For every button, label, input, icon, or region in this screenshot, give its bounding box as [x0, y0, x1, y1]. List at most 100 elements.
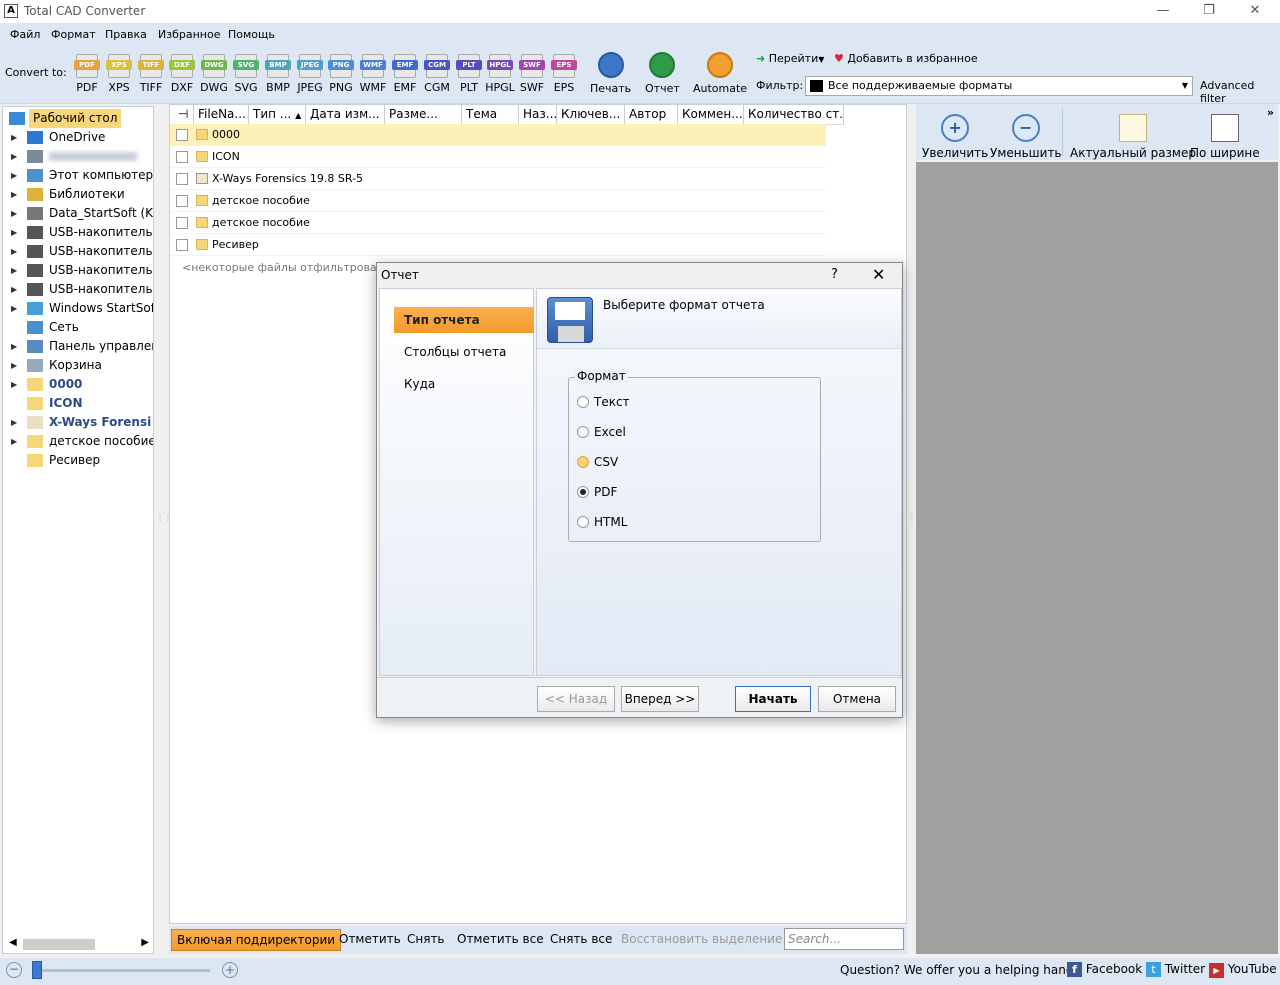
column-header[interactable]: Тип ... ▲ [249, 105, 306, 125]
tree-item[interactable]: ▶ [3, 147, 153, 166]
check-button[interactable]: Отметить [339, 932, 401, 946]
fit-width-button[interactable]: По ширине [1190, 114, 1260, 160]
tree-item[interactable]: ▶ X-Ways Forensi [3, 413, 153, 432]
row-checkbox[interactable] [176, 173, 188, 185]
expand-arrow-icon[interactable]: ▶ [11, 147, 17, 166]
uncheck-all-button[interactable]: Снять все [550, 932, 612, 946]
nav-destination[interactable]: Куда [394, 371, 534, 397]
tree-item[interactable]: ▶ 0000 [3, 375, 153, 394]
menu-favorites[interactable]: Избранное [158, 28, 220, 41]
file-row[interactable]: 0000 [170, 124, 826, 146]
convert-eps-button[interactable]: EPS EPS [549, 54, 579, 94]
zoom-slider-thumb[interactable] [32, 961, 42, 979]
start-button[interactable]: Начать [735, 686, 811, 712]
file-row[interactable]: детское пособие [170, 190, 826, 212]
nav-report-type[interactable]: Тип отчета [394, 307, 534, 333]
file-row[interactable]: ICON [170, 146, 826, 168]
tree-item[interactable]: ▶ Этот компьютер [3, 166, 153, 185]
convert-dxf-button[interactable]: DXF DXF [167, 54, 197, 94]
column-header[interactable]: Разме... [385, 105, 462, 125]
add-favorites-button[interactable]: ♥ Добавить в избранное [834, 52, 978, 65]
convert-xps-button[interactable]: XPS XPS [104, 54, 134, 94]
column-header[interactable]: FileNa... [194, 105, 249, 125]
menu-edit[interactable]: Правка [105, 28, 147, 41]
actual-size-button[interactable]: Актуальный размер [1070, 114, 1196, 160]
file-row[interactable]: X-Ways Forensics 19.8 SR-5 [170, 168, 826, 190]
tree-item[interactable]: ▶ USB-накопитель ( [3, 223, 153, 242]
tree-item[interactable]: ▶ Корзина [3, 356, 153, 375]
dialog-close-icon[interactable]: ✕ [872, 265, 885, 284]
filter-select[interactable]: Все поддерживаемые форматы ▼ [805, 76, 1193, 96]
help-icon[interactable]: ? [831, 267, 838, 282]
column-header[interactable]: Дата изм... [306, 105, 385, 125]
column-header[interactable]: Автор [625, 105, 678, 125]
expand-arrow-icon[interactable]: ▶ [11, 166, 17, 185]
minimize-button[interactable]: — [1140, 0, 1186, 24]
tree-item[interactable]: Рабочий стол [3, 109, 153, 128]
tree-item[interactable]: ▶ USB-накопитель ( [3, 242, 153, 261]
scroll-right-icon[interactable]: ▶ [141, 937, 149, 948]
scroll-left-icon[interactable]: ◀ [9, 937, 17, 948]
splitter-handle[interactable]: ⋮⋮ [156, 514, 172, 543]
restore-selection-button[interactable]: Восстановить выделение [621, 932, 782, 946]
search-input[interactable]: Search... [784, 928, 904, 950]
include-subdirs-toggle[interactable]: Включая поддиректории [171, 929, 342, 951]
automate-button[interactable]: Automate [693, 52, 747, 95]
scroll-thumb[interactable] [23, 939, 95, 950]
expand-arrow-icon[interactable]: ▶ [11, 337, 17, 356]
expand-arrow-icon[interactable]: ▶ [11, 375, 17, 394]
convert-plt-button[interactable]: PLT PLT [454, 54, 484, 94]
convert-bmp-button[interactable]: BMP BMP [263, 54, 293, 94]
tree-item[interactable]: ▶ USB-накопитель ( [3, 280, 153, 299]
twitter-link[interactable]: t Twitter [1146, 962, 1205, 977]
convert-emf-button[interactable]: EMF EMF [390, 54, 420, 94]
tree-item[interactable]: Сеть [3, 318, 153, 337]
row-checkbox[interactable] [176, 129, 188, 141]
file-row[interactable]: Ресивер [170, 234, 826, 256]
zoom-in-button[interactable]: + Увеличить [922, 114, 988, 160]
facebook-link[interactable]: f Facebook [1067, 962, 1142, 977]
expand-chevron-icon[interactable]: » [1267, 106, 1274, 119]
menu-help[interactable]: Помощь [228, 28, 275, 41]
column-header[interactable]: Ключев... [557, 105, 625, 125]
zoom-out-button[interactable]: − Уменьшить [990, 114, 1062, 160]
nav-report-columns[interactable]: Столбцы отчета [394, 339, 534, 365]
print-button[interactable]: Печать [590, 52, 631, 95]
column-header[interactable]: Коммен... [678, 105, 744, 125]
check-all-button[interactable]: Отметить все [457, 932, 544, 946]
column-header[interactable]: Наз... [519, 105, 557, 125]
convert-png-button[interactable]: PNG PNG [326, 54, 356, 94]
expand-arrow-icon[interactable]: ▶ [11, 185, 17, 204]
close-button[interactable]: ✕ [1232, 0, 1278, 24]
expand-arrow-icon[interactable]: ▶ [11, 242, 17, 261]
convert-dwg-button[interactable]: DWG DWG [199, 54, 229, 94]
tree-item[interactable]: ▶ Панель управлен [3, 337, 153, 356]
zoom-plus-icon[interactable]: + [222, 962, 238, 978]
back-button[interactable]: << Назад [537, 686, 615, 712]
convert-tiff-button[interactable]: TIFF TIFF [136, 54, 166, 94]
tree-item[interactable]: ▶ Библиотеки [3, 185, 153, 204]
youtube-link[interactable]: ▶ YouTube [1209, 962, 1277, 978]
tree-horizontal-scrollbar[interactable]: ◀ ▶ [5, 937, 151, 951]
report-button[interactable]: Отчет [645, 52, 680, 95]
tree-item[interactable]: ▶ Windows StartSof [3, 299, 153, 318]
tree-item[interactable]: ICON [3, 394, 153, 413]
tree-item[interactable]: ▶ OneDrive [3, 128, 153, 147]
folder-tree[interactable]: Рабочий стол ▶ OneDrive ▶ ▶ Этот компьютер ▶ Би… [2, 106, 154, 954]
tree-item[interactable]: ▶ USB-накопитель ( [3, 261, 153, 280]
row-checkbox[interactable] [176, 195, 188, 207]
row-checkbox[interactable] [176, 217, 188, 229]
expand-arrow-icon[interactable]: ▶ [11, 280, 17, 299]
row-checkbox[interactable] [176, 239, 188, 251]
expand-arrow-icon[interactable]: ▶ [11, 413, 17, 432]
column-header[interactable]: Тема [462, 105, 519, 125]
splitter-handle-right[interactable]: ⋮⋮ [908, 514, 924, 543]
expand-arrow-icon[interactable]: ▶ [11, 299, 17, 318]
tree-item[interactable]: ▶ Data_StartSoft (K [3, 204, 153, 223]
convert-wmf-button[interactable]: WMF WMF [358, 54, 388, 94]
restore-button[interactable]: ❐ [1186, 0, 1232, 24]
advanced-filter-button[interactable]: Advanced filter [1200, 79, 1280, 105]
expand-arrow-icon[interactable]: ▶ [11, 204, 17, 223]
expand-arrow-icon[interactable]: ▶ [11, 128, 17, 147]
convert-hpgl-button[interactable]: HPGL HPGL [485, 54, 515, 94]
